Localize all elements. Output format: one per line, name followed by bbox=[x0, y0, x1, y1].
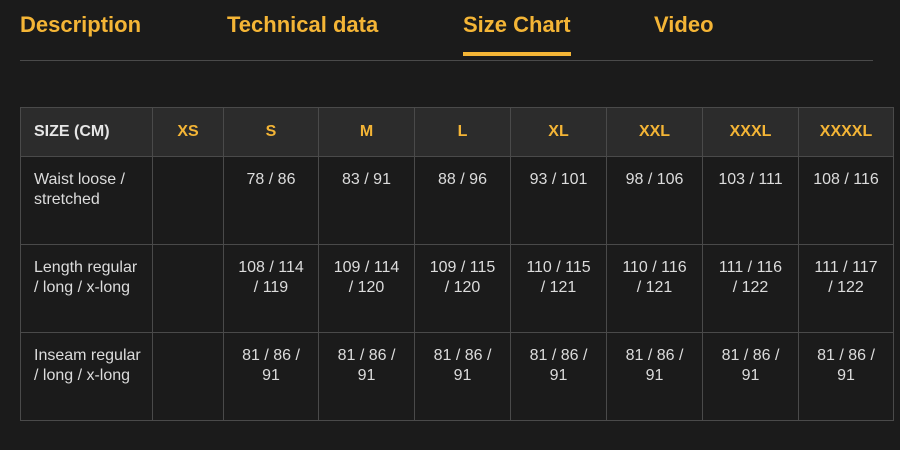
cell-value: 81 / 86 / 91 bbox=[625, 347, 684, 384]
table-cell: 88 / 96 bbox=[414, 156, 511, 245]
cell-value: 109 / 115 / 120 bbox=[429, 259, 496, 296]
table-cell: 108 / 114 / 119 bbox=[223, 244, 319, 333]
table-header-xs: XS bbox=[152, 107, 224, 157]
cell-value: 83 / 91 bbox=[342, 171, 391, 188]
cell-value: 81 / 86 / 91 bbox=[817, 347, 875, 384]
row-label-text: Inseam regular / long / x-long bbox=[34, 347, 141, 384]
cell-value: 111 / 117 / 122 bbox=[814, 259, 878, 296]
table-cell: 110 / 115 / 121 bbox=[510, 244, 607, 333]
cell-value: 81 / 86 / 91 bbox=[721, 347, 780, 384]
cell-value: 103 / 111 bbox=[718, 171, 783, 188]
table-header-xl: XL bbox=[510, 107, 607, 157]
tab-description[interactable]: Description bbox=[20, 11, 141, 39]
table-cell: 78 / 86 bbox=[223, 156, 319, 245]
cell-value: 81 / 86 / 91 bbox=[337, 347, 396, 384]
cell-value: 111 / 116 / 122 bbox=[718, 259, 783, 296]
table-cell: 93 / 101 bbox=[510, 156, 607, 245]
table-cell: 103 / 111 bbox=[702, 156, 799, 245]
tab-bar: Description Technical data Size Chart Vi… bbox=[20, 0, 873, 61]
table-cell: 81 / 86 / 91 bbox=[510, 332, 607, 421]
row-label-inseam: Inseam regular / long / x-long bbox=[20, 332, 153, 421]
product-info-panel: Description Technical data Size Chart Vi… bbox=[0, 0, 900, 450]
table-cell bbox=[152, 156, 224, 245]
table-cell: 108 / 116 bbox=[798, 156, 894, 245]
row-label-length: Length regular / long / x-long bbox=[20, 244, 153, 333]
table-cell: 81 / 86 / 91 bbox=[702, 332, 799, 421]
table-cell: 83 / 91 bbox=[318, 156, 415, 245]
table-cell: 111 / 116 / 122 bbox=[702, 244, 799, 333]
table-row-inseam: Inseam regular / long / x-long 81 / 86 /… bbox=[20, 332, 894, 421]
table-cell: 109 / 114 / 120 bbox=[318, 244, 415, 333]
cell-value: 78 / 86 bbox=[246, 171, 296, 188]
row-label-text: Waist loose / stretched bbox=[34, 171, 125, 208]
table-header-m: M bbox=[318, 107, 415, 157]
table-cell: 110 / 116 / 121 bbox=[606, 244, 703, 333]
table-header-size-cm: SIZE (CM) bbox=[20, 107, 153, 157]
table-cell: 81 / 86 / 91 bbox=[414, 332, 511, 421]
table-cell: 81 / 86 / 91 bbox=[318, 332, 415, 421]
cell-value: 110 / 116 / 121 bbox=[622, 259, 687, 296]
cell-value: 81 / 86 / 91 bbox=[529, 347, 588, 384]
table-cell: 81 / 86 / 91 bbox=[798, 332, 894, 421]
cell-value: 109 / 114 / 120 bbox=[333, 259, 400, 296]
table-header-xxxxl: XXXXL bbox=[798, 107, 894, 157]
tab-technical-data[interactable]: Technical data bbox=[227, 11, 378, 39]
cell-value: 93 / 101 bbox=[529, 171, 588, 188]
cell-value: 88 / 96 bbox=[438, 171, 487, 188]
row-label-text: Length regular / long / x-long bbox=[34, 259, 138, 296]
table-header-l: L bbox=[414, 107, 511, 157]
table-row-length: Length regular / long / x-long 108 / 114… bbox=[20, 244, 894, 333]
table-row-waist: Waist loose / stretched 78 / 86 83 / 91 … bbox=[20, 156, 894, 245]
table-cell: 111 / 117 / 122 bbox=[798, 244, 894, 333]
table-header-xxxl: XXXL bbox=[702, 107, 799, 157]
table-header-xxl: XXL bbox=[606, 107, 703, 157]
cell-value: 110 / 115 / 121 bbox=[526, 259, 591, 296]
cell-value: 108 / 114 / 119 bbox=[238, 259, 304, 296]
size-chart-table: SIZE (CM) XS S M L XL XXL XXXL XXXXL Wai… bbox=[20, 107, 894, 421]
cell-value: 81 / 86 / 91 bbox=[242, 347, 300, 384]
table-header-row: SIZE (CM) XS S M L XL XXL XXXL XXXXL bbox=[20, 107, 894, 157]
tab-size-chart[interactable]: Size Chart bbox=[463, 11, 571, 56]
table-cell bbox=[152, 244, 224, 333]
table-header-s: S bbox=[223, 107, 319, 157]
table-cell: 81 / 86 / 91 bbox=[223, 332, 319, 421]
table-cell: 109 / 115 / 120 bbox=[414, 244, 511, 333]
table-cell: 81 / 86 / 91 bbox=[606, 332, 703, 421]
tab-video[interactable]: Video bbox=[654, 11, 714, 39]
table-cell: 98 / 106 bbox=[606, 156, 703, 245]
cell-value: 98 / 106 bbox=[625, 171, 684, 188]
cell-value: 81 / 86 / 91 bbox=[433, 347, 492, 384]
cell-value: 108 / 116 bbox=[813, 171, 879, 188]
row-label-waist: Waist loose / stretched bbox=[20, 156, 153, 245]
table-cell bbox=[152, 332, 224, 421]
